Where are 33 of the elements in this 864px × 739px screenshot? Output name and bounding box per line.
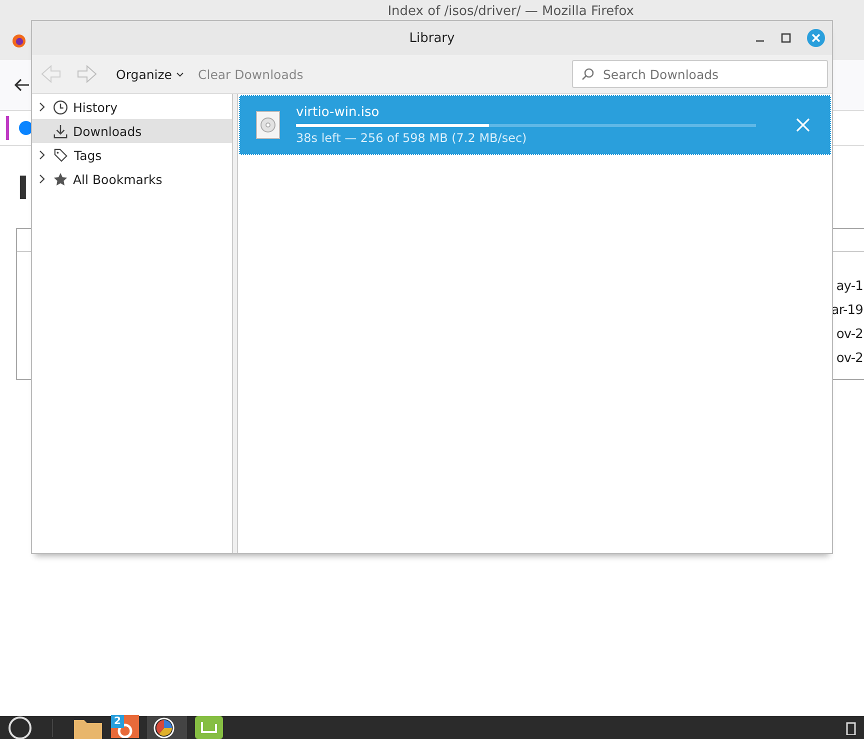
download-status: 38s left — 256 of 598 MB (7.2 MB/sec): [296, 131, 528, 145]
browser-logo-icon[interactable]: [12, 34, 26, 48]
search-icon: [581, 67, 595, 81]
window-title: Library: [409, 30, 455, 46]
organize-menu-button[interactable]: Organize: [112, 64, 188, 84]
window-title: Index of /isos/driver/ — Mozilla Firefox: [388, 4, 634, 18]
maximize-icon[interactable]: [781, 33, 791, 43]
date-cell: ay-1: [836, 278, 863, 296]
search-field[interactable]: Search Downloads: [572, 60, 828, 88]
info-icon: [19, 121, 33, 135]
search-input[interactable]: Search Downloads: [601, 66, 815, 82]
download-icon: [53, 124, 68, 138]
clock-icon: [53, 100, 68, 114]
close-icon[interactable]: [807, 29, 825, 47]
accent-bar: [6, 116, 9, 140]
page-heading: I: [17, 170, 29, 206]
sidebar-item[interactable]: Downloads: [32, 119, 232, 143]
file-name: virtio-win.iso: [296, 105, 380, 120]
cancel-icon[interactable]: [796, 118, 810, 132]
date-cell: ov-2: [836, 326, 863, 344]
date-cell: ov-2: [836, 350, 863, 368]
sidebar-item[interactable]: All Bookmarks: [32, 167, 232, 191]
caret-icon: [176, 72, 184, 76]
clipboard-icon[interactable]: [846, 720, 856, 734]
sidebar-item[interactable]: Tags: [32, 143, 232, 167]
sidebar-item[interactable]: History: [32, 95, 232, 119]
disc-file-icon: [256, 111, 280, 139]
back-arrow-icon[interactable]: [14, 78, 30, 92]
star-icon: [53, 172, 68, 186]
notification-badge: 2: [111, 714, 124, 728]
tag-icon: [53, 148, 69, 162]
taskbar-app-button[interactable]: [147, 716, 187, 739]
date-cell: ar-19: [831, 302, 863, 320]
